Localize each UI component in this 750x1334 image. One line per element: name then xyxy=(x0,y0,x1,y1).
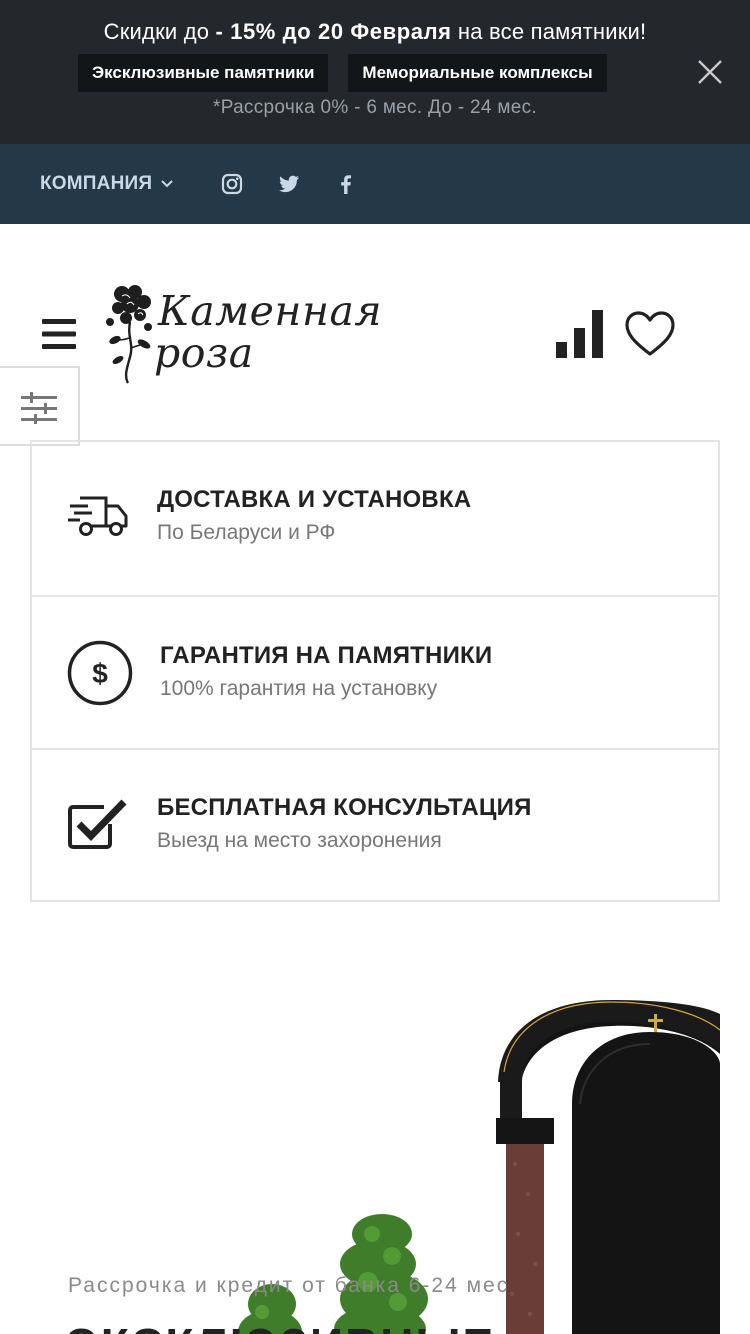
company-menu[interactable]: КОМПАНИЯ xyxy=(40,173,174,195)
monument-image xyxy=(238,997,721,1334)
filter-button[interactable] xyxy=(0,366,80,446)
top-nav: КОМПАНИЯ xyxy=(0,144,750,224)
menu-icon[interactable] xyxy=(42,318,76,350)
company-label: КОМПАНИЯ xyxy=(40,173,153,194)
heart-icon[interactable] xyxy=(624,310,676,358)
feature-guarantee: $ ГАРАНТИЯ НА ПАМЯТНИКИ 100% гарантия на… xyxy=(32,595,718,747)
filter-icon xyxy=(21,392,57,424)
feature-subtitle: По Беларуси и РФ xyxy=(157,521,336,544)
instagram-icon[interactable] xyxy=(220,172,244,196)
twitter-icon[interactable] xyxy=(277,172,301,196)
logo-line1: Каменная xyxy=(158,287,383,335)
promo-banner: Скидки до - 15% до 20 Февраля на все пам… xyxy=(0,0,750,144)
feature-title: ДОСТАВКА И УСТАНОВКА xyxy=(157,486,472,513)
facebook-icon[interactable] xyxy=(334,172,358,196)
svg-text:$: $ xyxy=(92,658,108,689)
site-logo[interactable]: Каменная роза xyxy=(100,282,400,386)
checkbox-icon xyxy=(68,799,127,849)
chevron-down-icon xyxy=(161,180,173,188)
promo-highlight: - 15% до 20 Февраля xyxy=(215,19,452,44)
delivery-truck-icon xyxy=(68,496,128,536)
feature-delivery: ДОСТАВКА И УСТАНОВКА По Беларуси и РФ xyxy=(32,442,718,594)
promo-text: Скидки до - 15% до 20 Февраля на все пам… xyxy=(103,19,647,44)
rose-logo-icon xyxy=(106,285,152,384)
logo-line2: роза xyxy=(154,329,254,377)
feature-consultation: БЕСПЛАТНАЯ КОНСУЛЬТАЦИЯ Выезд на место з… xyxy=(32,748,718,900)
feature-title: БЕСПЛАТНАЯ КОНСУЛЬТАЦИЯ xyxy=(157,794,532,821)
exclusive-monuments-button[interactable]: Эксклюзивные памятники xyxy=(78,54,329,92)
compare-icon[interactable] xyxy=(556,310,604,358)
close-icon[interactable] xyxy=(696,58,724,86)
hero-subtitle: Рассрочка и кредит от банка 6-24 мес xyxy=(68,1274,510,1297)
feature-subtitle: 100% гарантия на установку xyxy=(160,677,438,700)
memorial-complexes-button[interactable]: Мемориальные комплексы xyxy=(348,54,607,92)
logo-text: Каменная роза xyxy=(154,287,383,374)
features-block: ДОСТАВКА И УСТАНОВКА По Беларуси и РФ $ … xyxy=(30,440,720,902)
installment-note: *Рассрочка 0% - 6 мес. До - 24 мес. xyxy=(213,97,537,118)
dollar-circle-icon: $ xyxy=(67,640,133,706)
hero-banner: Рассрочка и кредит от банка 6-24 мес ЭКС… xyxy=(0,904,750,1334)
feature-subtitle: Выезд на место захоронения xyxy=(157,829,442,852)
feature-title: ГАРАНТИЯ НА ПАМЯТНИКИ xyxy=(160,642,493,669)
hero-title: ЭКСКЛЮЗИВНЫЕ xyxy=(66,1318,495,1334)
